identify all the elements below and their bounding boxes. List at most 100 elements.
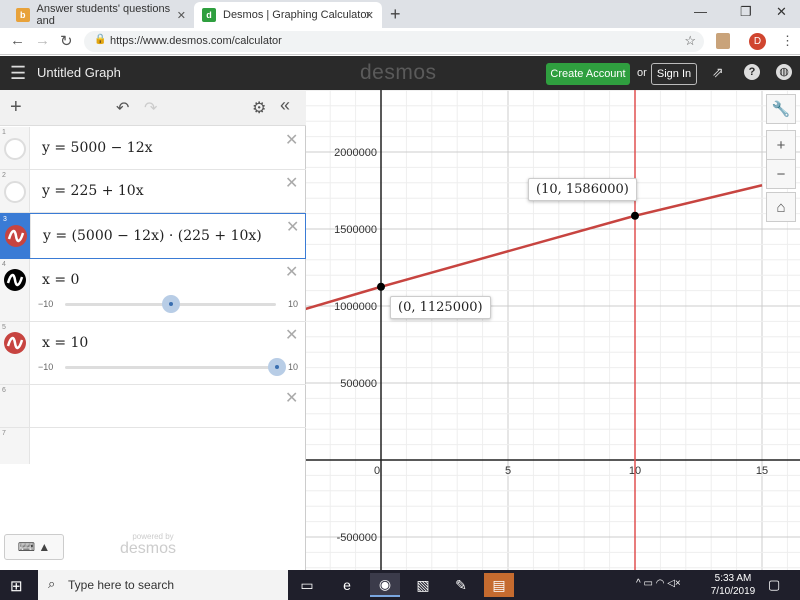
intersection-point[interactable] <box>631 211 639 220</box>
expression-toolbar: + ↶ ↷ ⚙ « <box>0 90 306 126</box>
row-gutter: 2 <box>0 170 30 212</box>
curve-color-icon[interactable] <box>4 269 26 291</box>
delete-expression-icon[interactable]: ✕ <box>285 173 298 193</box>
tab-desmos[interactable]: d Desmos | Graphing Calculator ✕ <box>194 2 382 28</box>
keyboard-toggle-button[interactable]: ⌨ ▲ <box>4 534 64 560</box>
chrome-menu-icon[interactable]: ⋮ <box>781 33 794 49</box>
slider-max[interactable]: 10 <box>288 362 298 372</box>
bookmark-star-icon[interactable]: ☆ <box>684 33 696 49</box>
graph-canvas[interactable]: 051015200000015000001000000500000-500000… <box>306 90 800 570</box>
slider-min[interactable]: −10 <box>38 362 53 372</box>
expression-text[interactable]: y = 225 + 10x <box>42 183 144 199</box>
edge-icon[interactable]: e <box>332 573 362 597</box>
app-icon[interactable]: ▤ <box>484 573 514 597</box>
row-number: 6 <box>2 387 6 394</box>
home-icon[interactable]: ⌂ <box>766 192 796 222</box>
curve-color-icon[interactable] <box>5 225 27 247</box>
chrome-icon[interactable]: ◉ <box>370 573 400 597</box>
expression-row-6[interactable]: 6 ✕ <box>0 385 306 428</box>
desmos-header: ☰ Untitled Graph desmos Create Account o… <box>0 56 800 90</box>
globe-icon[interactable]: ◍ <box>776 64 792 80</box>
app-icon[interactable]: ✎ <box>446 573 476 597</box>
slider-thumb[interactable] <box>268 358 286 376</box>
close-tab-icon[interactable]: ✕ <box>365 9 374 22</box>
color-toggle-icon[interactable] <box>4 181 26 203</box>
collapse-panel-icon[interactable]: « <box>280 95 290 116</box>
create-account-button[interactable]: Create Account <box>546 63 630 85</box>
tab-answer-students[interactable]: b Answer students' questions and ✕ <box>8 2 194 28</box>
expression-text[interactable]: x = 10 <box>42 335 88 351</box>
product-curve[interactable] <box>306 184 763 316</box>
undo-icon[interactable]: ↶ <box>116 98 129 118</box>
expression-row-4[interactable]: 4 x = 0 ✕ −10 10 <box>0 259 306 322</box>
row-number: 1 <box>2 129 6 136</box>
slider-track[interactable] <box>65 366 276 369</box>
delete-expression-icon[interactable]: ✕ <box>285 262 298 282</box>
row-gutter: 7 <box>0 428 30 464</box>
point-label[interactable]: (10, 1586000) <box>528 178 637 201</box>
graph-settings-wrench-icon[interactable]: 🔧 <box>766 94 796 124</box>
expression-row-3[interactable]: 3 y = (5000 − 12x) · (225 + 10x) ✕ <box>0 213 306 259</box>
zoom-out-icon[interactable]: − <box>766 159 796 189</box>
share-icon[interactable]: ⇗ <box>712 64 724 81</box>
row-gutter: 3 <box>1 214 31 258</box>
app-icon[interactable]: ▧ <box>408 573 438 597</box>
delete-expression-icon[interactable]: ✕ <box>286 217 299 237</box>
intersection-point[interactable] <box>377 282 385 291</box>
tab-title: Desmos | Graphing Calculator <box>223 9 371 21</box>
add-expression-icon[interactable]: + <box>10 96 22 119</box>
desmos-logo: desmos <box>360 61 437 84</box>
taskbar-search[interactable]: ⌕ Type here to search <box>38 570 288 600</box>
y-tick-label: -500000 <box>337 532 377 544</box>
expression-row-7[interactable]: 7 <box>0 428 306 464</box>
expression-row-2[interactable]: 2 y = 225 + 10x ✕ <box>0 170 306 213</box>
delete-expression-icon[interactable]: ✕ <box>285 325 298 345</box>
windows-start-icon[interactable]: ⊞ <box>10 577 23 595</box>
help-icon[interactable]: ? <box>744 64 760 80</box>
tray-icons[interactable]: ^ ▭ ◠ ◁× <box>636 578 681 589</box>
settings-gear-icon[interactable]: ⚙ <box>252 98 266 118</box>
close-window-icon[interactable]: ✕ <box>776 4 787 20</box>
expression-row-5[interactable]: 5 x = 10 ✕ −10 10 <box>0 322 306 385</box>
slider-max[interactable]: 10 <box>288 299 298 309</box>
minimize-icon[interactable]: — <box>694 4 707 19</box>
or-text: or <box>637 67 647 79</box>
address-bar[interactable]: 🔒 https://www.desmos.com/calculator ☆ <box>84 31 704 52</box>
pdf-extension-icon[interactable] <box>716 33 730 49</box>
redo-icon[interactable]: ↷ <box>144 98 157 118</box>
new-tab-icon[interactable]: + <box>390 4 401 25</box>
close-tab-icon[interactable]: ✕ <box>177 9 186 22</box>
slider-thumb[interactable] <box>162 295 180 313</box>
row-number: 5 <box>2 324 6 331</box>
x-tick-label: 0 <box>374 465 380 477</box>
powered-by-logo: desmos <box>120 540 177 557</box>
taskbar-clock[interactable]: 5:33 AM 7/10/2019 <box>708 572 758 598</box>
delete-expression-icon[interactable]: ✕ <box>285 388 298 408</box>
slider-min[interactable]: −10 <box>38 299 53 309</box>
point-label[interactable]: (0, 1125000) <box>390 296 491 319</box>
expression-text[interactable]: x = 0 <box>42 272 79 288</box>
maximize-icon[interactable]: ❐ <box>740 4 752 20</box>
color-toggle-icon[interactable] <box>4 138 26 160</box>
reload-icon[interactable]: ↻ <box>60 32 73 50</box>
forward-icon[interactable]: → <box>35 32 50 49</box>
expression-text[interactable]: y = 5000 − 12x <box>42 140 153 156</box>
y-tick-label: 2000000 <box>334 147 377 159</box>
graph-title[interactable]: Untitled Graph <box>37 65 121 80</box>
expression-row-1[interactable]: 1 y = 5000 − 12x ✕ <box>0 127 306 170</box>
zoom-in-icon[interactable]: + <box>766 130 796 160</box>
expression-text[interactable]: y = (5000 − 12x) · (225 + 10x) <box>43 228 262 244</box>
clock-time: 5:33 AM <box>714 573 752 584</box>
sign-in-button[interactable]: Sign In <box>651 63 697 85</box>
file-explorer-icon[interactable]: ▭ <box>292 573 322 597</box>
graph-svg[interactable]: 051015200000015000001000000500000-500000 <box>306 90 800 570</box>
hamburger-menu-icon[interactable]: ☰ <box>10 63 26 84</box>
back-icon[interactable]: ← <box>10 32 25 49</box>
row-number: 4 <box>2 261 6 268</box>
delete-expression-icon[interactable]: ✕ <box>285 130 298 150</box>
search-placeholder: Type here to search <box>68 578 175 592</box>
profile-avatar[interactable]: D <box>749 33 766 50</box>
curve-color-icon[interactable] <box>4 332 26 354</box>
lock-icon: 🔒 <box>94 34 107 45</box>
notifications-icon[interactable]: ▢ <box>768 577 780 593</box>
